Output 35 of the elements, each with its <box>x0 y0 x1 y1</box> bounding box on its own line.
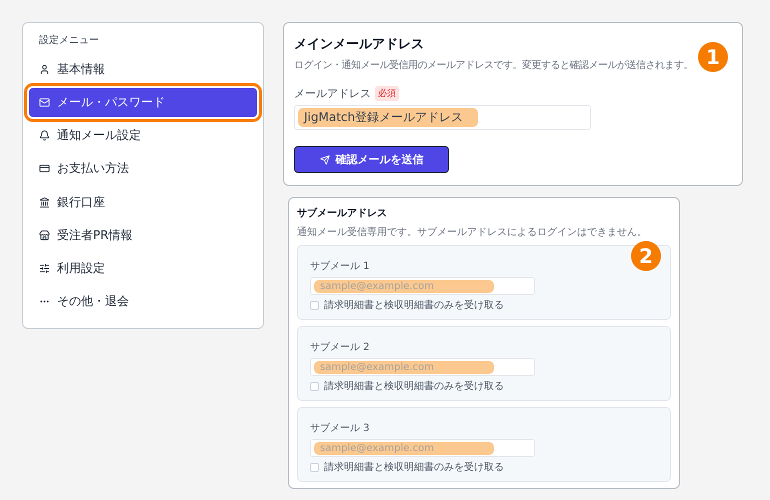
email-input[interactable]: JigMatch登録メールアドレス <box>294 105 591 130</box>
field-label: メールアドレス <box>294 86 371 101</box>
sidebar-item[interactable]: 銀行口座 <box>29 188 257 217</box>
checkbox[interactable] <box>310 462 319 472</box>
mail-icon <box>39 97 50 108</box>
checkbox[interactable] <box>310 382 319 390</box>
sidebar-item[interactable]: 基本情報 <box>29 55 257 84</box>
store-icon <box>39 230 50 241</box>
sidebar-item[interactable]: 利用設定 <box>29 254 257 283</box>
sidebar-item[interactable]: 受注者PR情報 <box>29 220 257 250</box>
card-icon <box>39 163 50 174</box>
field-label: サブメール 1 <box>310 261 370 272</box>
field-label: サブメール 2 <box>310 342 370 353</box>
send-icon <box>320 154 330 164</box>
section-description: 通知メール受信専用です。サブメールアドレスによるログインはできません。 <box>297 226 647 239</box>
section-title: サブメールアドレス <box>297 206 388 220</box>
checkbox-label: 請求明細書と検収明細書のみを受け取る <box>324 460 504 474</box>
required-badge: 必須 <box>375 86 399 101</box>
sidebar-title: 設定メニュー <box>39 34 100 47</box>
sliders-icon <box>39 262 50 274</box>
sidebar-item[interactable]: 通知メール設定 <box>29 121 257 150</box>
send-confirmation-button[interactable]: 確認メールを送信 <box>294 146 449 173</box>
sidebar-item[interactable]: お支払い方法 <box>29 154 257 184</box>
field-label: サブメール 3 <box>310 423 370 434</box>
user-icon <box>39 64 50 76</box>
checkbox-label: 請求明細書と検収明細書のみを受け取る <box>324 380 504 393</box>
annotation-badge: 1 <box>698 42 728 72</box>
section-title: メインメールアドレス <box>294 36 425 53</box>
checkbox[interactable] <box>310 300 319 310</box>
checkbox-label: 請求明細書と検収明細書のみを受け取る <box>324 298 504 312</box>
section-description: ログイン・通知メール受信用のメールアドレスです。変更すると確認メールが送信されます。 <box>294 58 693 72</box>
sidebar-item[interactable]: その他・退会 <box>29 286 257 316</box>
sidebar-item[interactable]: メール・パスワード <box>29 88 257 118</box>
bank-icon <box>39 196 50 208</box>
bell-icon <box>39 130 50 142</box>
